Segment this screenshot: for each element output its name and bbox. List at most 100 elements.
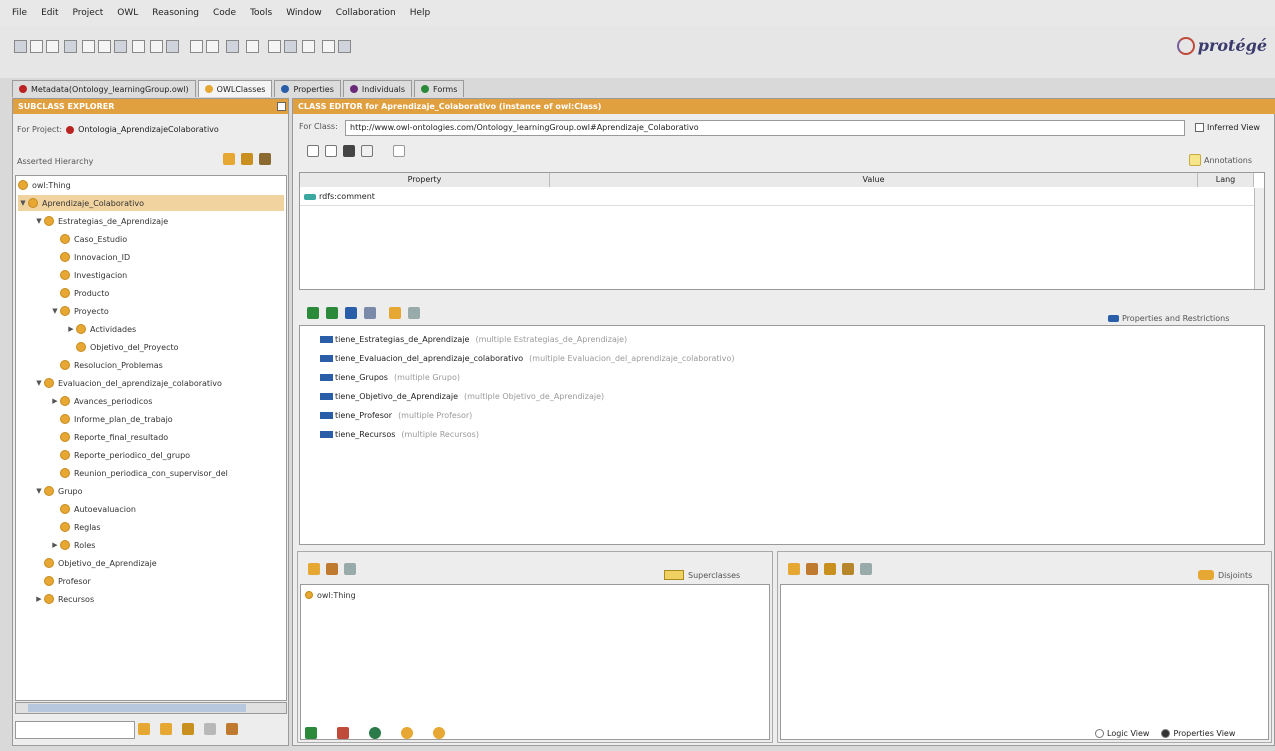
collapse-icon[interactable] xyxy=(182,723,194,735)
menu-item-window[interactable]: Window xyxy=(286,8,322,18)
edit-annotation-icon[interactable] xyxy=(325,145,337,157)
layout-icon[interactable] xyxy=(226,40,239,53)
col-header-property[interactable]: Property xyxy=(300,173,550,187)
tree-item[interactable]: ▶ Avances_periodicos xyxy=(50,393,284,409)
tab-owlclasses[interactable]: OWLClasses xyxy=(197,80,273,97)
view-restriction-icon[interactable] xyxy=(408,307,420,319)
open-project-icon[interactable] xyxy=(30,40,43,53)
undo-icon[interactable] xyxy=(114,40,127,53)
properties-view-option[interactable]: Properties View xyxy=(1161,729,1235,738)
check-icon[interactable] xyxy=(369,727,381,739)
expand-toggle-icon[interactable]: ▼ xyxy=(34,379,44,387)
redo-icon[interactable] xyxy=(132,40,145,53)
menu-item-project[interactable]: Project xyxy=(73,8,104,18)
inferred-view-toggle[interactable]: Inferred View xyxy=(1195,123,1260,132)
expand-toggle-icon[interactable]: ▼ xyxy=(50,307,60,315)
person-icon[interactable] xyxy=(204,723,216,735)
tree-item[interactable]: Reporte_periodico_del_grupo xyxy=(50,447,284,463)
add-restriction-icon[interactable] xyxy=(389,307,401,319)
table-row[interactable]: rdfs:comment xyxy=(300,188,1254,206)
remove-superclass-icon[interactable] xyxy=(326,563,338,575)
create-subclass-icon[interactable] xyxy=(223,153,235,165)
remove-annotation-icon[interactable] xyxy=(361,145,373,157)
cut-icon[interactable] xyxy=(64,40,77,53)
tree-item[interactable]: Informe_plan_de_trabajo xyxy=(50,411,284,427)
view-disjoint-icon[interactable] xyxy=(860,563,872,575)
inferred-view-checkbox[interactable] xyxy=(1195,123,1204,132)
tree-item[interactable]: ▶ Roles xyxy=(50,537,284,553)
tab-properties[interactable]: Properties xyxy=(274,80,341,97)
forward-icon[interactable] xyxy=(206,40,219,53)
remove-disjoint-icon[interactable] xyxy=(806,563,818,575)
find-icon[interactable] xyxy=(138,723,150,735)
prev-icon[interactable] xyxy=(322,40,335,53)
new-project-icon[interactable] xyxy=(14,40,27,53)
tree-horizontal-scrollbar[interactable] xyxy=(15,702,287,714)
tree-item[interactable]: Profesor xyxy=(34,573,284,589)
menu-item-tools[interactable]: Tools xyxy=(250,8,272,18)
create-sibling-icon[interactable] xyxy=(241,153,253,165)
add-property-icon[interactable] xyxy=(307,307,319,319)
add-disjoint-icon[interactable] xyxy=(788,563,800,575)
tree-item[interactable]: ▶ Recursos xyxy=(34,591,284,607)
logic-view-radio[interactable] xyxy=(1095,729,1104,738)
tree-item[interactable]: Autoevaluacion xyxy=(50,501,284,517)
tree-item[interactable]: ▼ Evaluacion_del_aprendizaje_colaborativo xyxy=(34,375,284,391)
compute-icon[interactable] xyxy=(433,727,445,739)
split-icon[interactable] xyxy=(246,40,259,53)
expand-toggle-icon[interactable]: ▼ xyxy=(34,217,44,225)
menu-item-reasoning[interactable]: Reasoning xyxy=(152,8,199,18)
col-header-lang[interactable]: Lang xyxy=(1198,173,1254,187)
property-item[interactable]: tiene_Profesor (multiple Profesor) xyxy=(320,406,472,424)
classify-icon[interactable] xyxy=(401,727,413,739)
menu-item-collaboration[interactable]: Collaboration xyxy=(336,8,396,18)
scrollbar-thumb[interactable] xyxy=(28,704,246,712)
remove-property-icon[interactable] xyxy=(364,307,376,319)
paste-icon[interactable] xyxy=(98,40,111,53)
tree-item[interactable]: ▼ Proyecto xyxy=(50,303,284,319)
expand-toggle-icon[interactable]: ▶ xyxy=(50,397,60,405)
tree-item[interactable]: Reglas xyxy=(50,519,284,535)
menu-item-help[interactable]: Help xyxy=(410,8,431,18)
tree-item[interactable]: owl:Thing xyxy=(18,177,284,193)
menu-item-owl[interactable]: OWL xyxy=(117,8,138,18)
expand-icon[interactable] xyxy=(160,723,172,735)
menu-item-file[interactable]: File xyxy=(12,8,27,18)
tree-item[interactable]: ▼ Estrategias_de_Aprendizaje xyxy=(34,213,284,229)
tree-item[interactable]: ▼ Grupo xyxy=(34,483,284,499)
tree-item[interactable]: Innovacion_ID xyxy=(50,249,284,265)
person-warning-icon[interactable] xyxy=(226,723,238,735)
search-icon[interactable] xyxy=(166,40,179,53)
copy-icon[interactable] xyxy=(393,145,405,157)
property-item[interactable]: tiene_Recursos (multiple Recursos) xyxy=(320,425,479,443)
tree-item[interactable]: ▼ Aprendizaje_Colaborativo xyxy=(18,195,284,211)
tree-item[interactable]: Caso_Estudio xyxy=(50,231,284,247)
delete-class-icon[interactable] xyxy=(259,153,271,165)
copy-icon[interactable] xyxy=(82,40,95,53)
save-project-icon[interactable] xyxy=(46,40,59,53)
run-icon[interactable] xyxy=(305,727,317,739)
add-all-siblings-icon[interactable] xyxy=(824,563,836,575)
col-header-value[interactable]: Value xyxy=(550,173,1198,187)
create-object-property-icon[interactable] xyxy=(345,307,357,319)
next-icon[interactable] xyxy=(338,40,351,53)
view-superclass-icon[interactable] xyxy=(344,563,356,575)
search-combo[interactable] xyxy=(15,721,135,739)
add-annotation-icon[interactable] xyxy=(307,145,319,157)
expand-toggle-icon[interactable]: ▶ xyxy=(66,325,76,333)
tree-item[interactable]: Objetivo_del_Proyecto xyxy=(66,339,284,355)
menu-item-code[interactable]: Code xyxy=(213,8,236,18)
tab-forms[interactable]: Forms xyxy=(414,80,465,97)
create-property-icon[interactable] xyxy=(326,307,338,319)
back-icon[interactable] xyxy=(190,40,203,53)
annotation-scrollbar[interactable] xyxy=(1254,188,1264,289)
class-uri-field[interactable]: http://www.owl-ontologies.com/Ontology_l… xyxy=(345,120,1185,136)
stop-icon[interactable] xyxy=(337,727,349,739)
tree-item[interactable]: Reporte_final_resultado xyxy=(50,429,284,445)
expand-toggle-icon[interactable]: ▼ xyxy=(34,487,44,495)
properties-view-radio[interactable] xyxy=(1161,729,1171,738)
tree-item[interactable]: Producto xyxy=(50,285,284,301)
panel-close-icon[interactable] xyxy=(277,102,286,111)
property-item[interactable]: tiene_Estrategias_de_Aprendizaje (multipl… xyxy=(320,330,627,348)
tree-item[interactable]: ▶ Actividades xyxy=(66,321,284,337)
